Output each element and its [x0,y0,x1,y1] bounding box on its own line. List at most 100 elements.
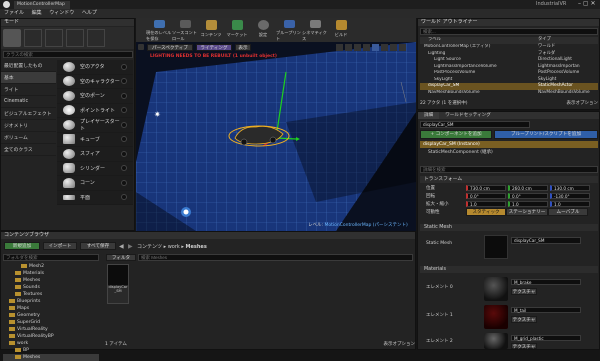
viewport-options-icon[interactable] [138,44,144,50]
folder-item[interactable]: SuperGrid [3,319,99,326]
static-mesh-section[interactable]: Static Mesh [420,224,598,231]
place-item-point-light[interactable]: ポイントライト [57,104,133,118]
folder-item[interactable]: Maps [3,305,99,312]
folder-item[interactable]: Sounds [3,284,99,291]
rotation-x[interactable]: 0.0° [466,193,506,199]
category-recent[interactable]: 最近配置したもの [1,60,56,72]
location-x[interactable]: 730.0 cm [466,185,506,191]
place-item-empty-pawn[interactable]: 空のポーン [57,89,133,104]
static-mesh-picker[interactable]: displayCar_SM [511,237,581,244]
transform-section[interactable]: トランスフォーム [420,176,598,183]
outliner-search-input[interactable] [420,28,598,35]
build-button[interactable]: ビルド [328,20,354,42]
folder-search-input[interactable] [3,254,99,261]
source-control-button[interactable]: ソースコントロール [172,20,198,42]
breadcrumb-content[interactable]: コンテンツ [137,244,162,250]
menu-edit[interactable]: 編集 [32,10,42,16]
landscape-mode-icon[interactable] [45,29,63,47]
viewport-toolbar-right[interactable] [336,44,412,51]
actor-name-field[interactable]: displayCar_SM [420,121,530,128]
folder-item[interactable]: Blueprints [3,298,99,305]
folder-item[interactable]: VirtualRealityBP [3,333,99,340]
folder-item[interactable]: VirtualReality [3,326,99,333]
viewport[interactable]: ✷ パースペクティブ ライティング 表示 LIGHTING NEEDS TO B… [136,42,416,231]
folder-item[interactable]: Meshes [3,354,99,361]
menu-help[interactable]: ヘルプ [82,10,97,16]
texture-2-button[interactable]: テクスチャ [511,343,537,350]
mobility-movable-button[interactable]: ムーバブル [548,208,588,216]
component-row[interactable]: StaticMeshComponent (継承) [420,149,598,156]
translate-icon[interactable] [336,44,343,51]
modes-tab[interactable]: モード [1,19,134,26]
material-0-picker[interactable]: M_brake [511,279,581,285]
class-search-input[interactable] [3,51,133,58]
place-item-sphere[interactable]: スフィア [57,147,133,162]
world-icon[interactable] [363,44,370,51]
forward-icon[interactable]: ▶ [128,243,134,250]
save-level-button[interactable]: 現在のレベルを保存 [146,20,172,42]
content-button[interactable]: コンテンツ [198,20,224,42]
outliner-view-options[interactable]: 表示オプション [567,100,599,108]
place-mode-icon[interactable] [3,29,21,47]
place-item-cylinder[interactable]: シリンダー [57,162,133,176]
scale-x[interactable]: 1.0 [466,201,506,207]
filter-button[interactable]: フィルタ [106,254,136,261]
asset-search-input[interactable] [138,254,413,261]
folder-item[interactable]: Textures [3,291,99,298]
category-basic[interactable]: 基本 [1,72,56,84]
category-visual-effects[interactable]: ビジュアルエフェクト [1,108,56,120]
category-all-classes[interactable]: 全てのクラス [1,144,56,156]
category-volumes[interactable]: ボリューム [1,132,56,144]
add-new-button[interactable]: 新規追加 [4,242,40,250]
outliner-tab[interactable]: ワールド アウトライナー [418,19,599,26]
import-button[interactable]: インポート [43,242,77,250]
texture-0-button[interactable]: テクスチャ [511,288,537,295]
material-1-picker[interactable]: M_tail [511,307,581,313]
instance-row[interactable]: displayCar_SM (Instance) [420,141,598,148]
add-blueprint-button[interactable]: ブループリント/スクリプトを追加 [494,130,598,139]
category-cinematic[interactable]: Cinematic [1,96,56,108]
menu-window[interactable]: ウィンドウ [49,10,74,16]
mobility-static-button[interactable]: スタティック [466,208,506,216]
breadcrumb-work[interactable]: work [168,244,180,250]
add-component-button[interactable]: + コンポーネントを追加 [420,130,492,139]
folder-item[interactable]: Mesh2 [3,263,99,270]
lighting-mode-button[interactable]: ライティング [196,44,232,51]
category-lights[interactable]: ライト [1,84,56,96]
rotation-z[interactable]: -130.0° [550,193,590,199]
save-all-button[interactable]: すべて保存 [80,242,116,250]
folder-item[interactable]: work [3,340,99,347]
asset-tile[interactable]: displayCar_SM [107,264,129,304]
cinematics-button[interactable]: シネマティクス [302,20,328,42]
folder-item[interactable]: Materials [3,270,99,277]
materials-section[interactable]: Materials [420,266,598,273]
settings-button[interactable]: 設定 [250,20,276,42]
place-item-cube[interactable]: キューブ [57,133,133,147]
show-button[interactable]: 表示 [235,44,251,51]
blueprints-button[interactable]: ブループリント [276,20,302,42]
content-browser-tab[interactable]: コンテンツブラウザ [1,232,415,239]
folder-item[interactable]: Geometry [3,312,99,319]
texture-1-button[interactable]: テクスチャ [511,316,537,323]
camera-speed-icon[interactable] [390,44,397,51]
place-item-plane[interactable]: 平面 [57,191,133,205]
window-controls[interactable]: – ▢ ✕ [578,0,596,7]
location-y[interactable]: 260.0 cm [508,185,548,191]
rotate-icon[interactable] [345,44,352,51]
material-2-picker[interactable]: M_grid_plastic [511,335,581,341]
marketplace-button[interactable]: マーケット [224,20,250,42]
paint-mode-icon[interactable] [24,29,42,47]
place-item-empty-character[interactable]: 空のキャラクター [57,75,133,89]
scale-icon[interactable] [354,44,361,51]
tab-details[interactable]: 詳細 [418,112,440,119]
scale-z[interactable]: 1.0 [550,201,590,207]
menu-file[interactable]: ファイル [4,10,24,16]
grid-icon[interactable] [381,44,388,51]
tab-world-settings[interactable]: ワールドセッティング [439,112,497,119]
foliage-mode-icon[interactable] [66,29,84,47]
geometry-mode-icon[interactable] [87,29,105,47]
place-item-player-start[interactable]: プレイヤースタート [57,118,133,133]
back-icon[interactable]: ◀ [119,243,125,250]
level-tab[interactable]: MotionControllerMap [14,1,70,9]
rotation-y[interactable]: 0.0° [508,193,548,199]
